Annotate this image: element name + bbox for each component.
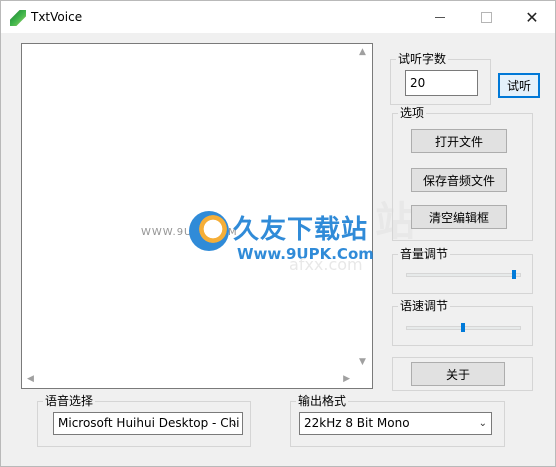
app-icon [10, 10, 26, 26]
volume-slider-thumb[interactable] [511, 270, 516, 279]
main-window: TxtVoice ✕ ▲ ▼ ◀ ▶ WWW.9UPK.COM 久友下载站 Ww… [0, 0, 556, 467]
volume-slider-track[interactable] [406, 273, 521, 277]
minimize-icon [435, 16, 445, 18]
voice-select-label: 语音选择 [43, 394, 96, 408]
voice-select-dropdown[interactable]: Microsoft Huihui Desktop - Chi ⌄ [53, 412, 243, 435]
save-audio-button[interactable]: 保存音频文件 [411, 168, 507, 192]
about-button[interactable]: 关于 [411, 362, 505, 386]
options-label: 选项 [398, 106, 427, 120]
window-title: TxtVoice [31, 10, 83, 24]
clear-editor-button[interactable]: 清空编辑框 [411, 205, 507, 229]
maximize-button[interactable] [463, 1, 509, 33]
chevron-down-icon[interactable]: ⌄ [230, 413, 238, 434]
volume-label: 音量调节 [398, 247, 451, 261]
output-format-dropdown[interactable]: 22kHz 8 Bit Mono ⌄ [299, 412, 492, 435]
preview-button[interactable]: 试听 [498, 73, 540, 98]
speed-slider-thumb[interactable] [460, 323, 465, 332]
preview-count-input[interactable]: 20 [405, 70, 478, 96]
maximize-icon [480, 11, 492, 23]
minimize-button[interactable] [417, 1, 463, 33]
watermark-logo-icon [189, 211, 229, 251]
watermark-ghost-url: afxx.com [289, 255, 363, 274]
watermark: WWW.9UPK.COM 久友下载站 Www.9UPK.Com 站 afxx.c… [141, 199, 415, 279]
scroll-up-icon[interactable]: ▲ [359, 48, 366, 57]
scroll-down-icon[interactable]: ▼ [359, 358, 366, 367]
watermark-title: 久友下载站 [233, 215, 369, 245]
horizontal-scrollbar[interactable]: ◀ ▶ [22, 371, 355, 388]
scroll-left-icon[interactable]: ◀ [27, 375, 34, 384]
title-bar[interactable]: TxtVoice ✕ [1, 1, 555, 33]
close-icon: ✕ [525, 7, 539, 27]
chevron-down-icon[interactable]: ⌄ [479, 413, 487, 434]
output-format-value: 22kHz 8 Bit Mono [304, 416, 410, 430]
close-button[interactable]: ✕ [509, 1, 555, 33]
preview-count-label: 试听字数 [396, 52, 449, 66]
output-format-label: 输出格式 [296, 394, 349, 408]
open-file-button[interactable]: 打开文件 [411, 129, 507, 153]
voice-select-value: Microsoft Huihui Desktop - Chi [58, 416, 240, 430]
speed-label: 语速调节 [398, 299, 451, 313]
scroll-right-icon[interactable]: ▶ [343, 375, 350, 384]
